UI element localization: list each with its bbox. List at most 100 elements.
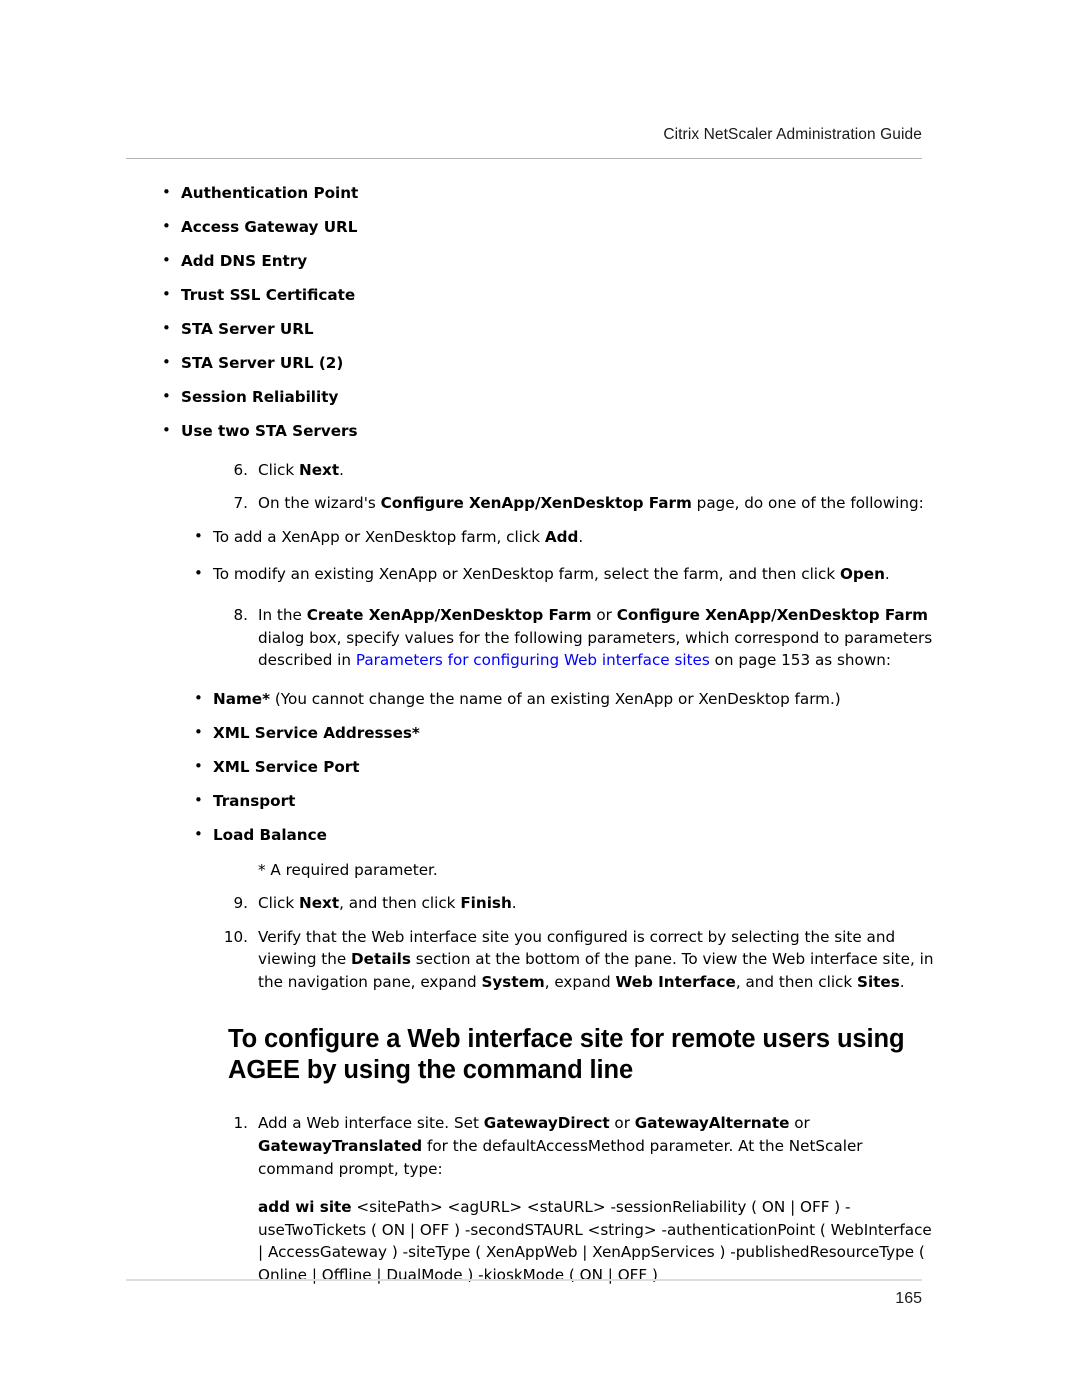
list-item-label: Authentication Point	[181, 184, 359, 202]
emphasis-run: Name*	[213, 690, 271, 709]
text-run: or	[591, 606, 617, 625]
gui-procedure-steps-9-10: 9. Click Next, and then click Finish. 10. V…	[126, 892, 936, 993]
farm-parameter-list: Name* (You cannot change the name of an …	[126, 687, 936, 847]
text-run: Add a Web interface site. Set	[258, 1114, 484, 1133]
step-number: 7.	[233, 494, 249, 513]
footer-divider-rule	[126, 1279, 922, 1281]
emphasis-run: Create XenApp/XenDesktop Farm	[306, 606, 592, 625]
running-header: Citrix NetScaler Administration Guide	[663, 126, 922, 143]
wizard-field-item: Session Reliability	[126, 385, 936, 409]
step-text: On the wizard's Configure XenApp/XenDesk…	[258, 492, 936, 515]
emphasis-run: Configure XenApp/XenDesktop Farm	[616, 606, 928, 625]
list-item-label: Add DNS Entry	[181, 251, 308, 270]
text-run: , expand	[544, 972, 616, 991]
wizard-field-item: Add DNS Entry	[126, 249, 936, 273]
procedure-step: 8. In the Create XenApp/XenDesktop Farm o…	[126, 604, 936, 672]
text-run: Click	[258, 894, 300, 913]
text-run: .	[339, 460, 344, 479]
command-syntax-block: add wi site <sitePath> <agURL> <staURL> …	[126, 1196, 936, 1286]
procedure-step: 1. Add a Web interface site. Set GatewayD…	[126, 1112, 936, 1180]
required-parameter-note: * A required parameter.	[258, 860, 438, 879]
procedure-step: 6. Click Next.	[126, 459, 936, 482]
wizard-field-item: Trust SSL Certificate	[126, 283, 936, 307]
wizard-fields-list: Authentication Point Access Gateway URL Ad…	[126, 181, 936, 443]
text-run: (You cannot change the name of an existi…	[270, 690, 841, 709]
text-run: On the wizard's	[258, 494, 381, 513]
step-number: 9.	[233, 894, 249, 913]
section-heading-cli-procedure: To configure a Web interface site for re…	[228, 1025, 905, 1085]
emphasis-run: GatewayAlternate	[634, 1114, 790, 1133]
emphasis-run: Next	[299, 460, 340, 479]
list-item-label: Use two STA Servers	[181, 421, 358, 440]
step-number: 1.	[233, 1114, 249, 1133]
text-run: In the	[258, 606, 307, 625]
step-text: In the Create XenApp/XenDesktop Farm or …	[258, 604, 936, 672]
emphasis-run: Web Interface	[615, 972, 736, 991]
text-run: To modify an existing XenApp or XenDeskt…	[213, 564, 840, 583]
text-run: .	[578, 528, 584, 547]
cli-procedure-steps: 1. Add a Web interface site. Set GatewayD…	[126, 1112, 936, 1180]
required-parameter-note-block: * A required parameter.	[126, 859, 936, 882]
wizard-field-item: STA Server URL	[126, 317, 936, 341]
wizard-field-item: Access Gateway URL	[126, 215, 936, 239]
emphasis-run: XML Service Port	[213, 758, 360, 777]
emphasis-run: Sites	[857, 972, 900, 991]
procedure-step: 7. On the wizard's Configure XenApp/XenDe…	[126, 492, 936, 515]
farm-parameter-item: Transport	[126, 789, 936, 813]
wizard-field-item: Use two STA Servers	[126, 419, 936, 443]
procedure-option-item: To add a XenApp or XenDesktop farm, clic…	[126, 525, 936, 549]
text-run: or	[609, 1114, 635, 1133]
header-divider-rule	[126, 158, 922, 159]
command-name: add wi site	[258, 1198, 352, 1217]
farm-parameter-item: XML Service Port	[126, 755, 936, 779]
wizard-field-item: Authentication Point	[126, 181, 936, 205]
emphasis-run: Add	[544, 528, 579, 547]
page-content: Authentication Point Access Gateway URL Ad…	[126, 181, 936, 1287]
emphasis-run: GatewayTranslated	[258, 1137, 423, 1156]
wizard-field-item: STA Server URL (2)	[126, 351, 936, 375]
list-item-label: Trust SSL Certificate	[181, 285, 356, 304]
procedure-option-item: To modify an existing XenApp or XenDeskt…	[126, 562, 936, 586]
list-item-label: STA Server URL	[181, 319, 314, 338]
page-number: 165	[895, 1290, 922, 1307]
text-run: page, do one of the following:	[691, 494, 924, 513]
emphasis-run: Load Balance	[213, 826, 327, 845]
emphasis-run: Transport	[213, 792, 296, 811]
document-page: Citrix NetScaler Administration Guide Au…	[0, 0, 1080, 1397]
step-7-option-list: To add a XenApp or XenDesktop farm, clic…	[126, 525, 936, 586]
farm-parameter-item: Name* (You cannot change the name of an …	[126, 687, 936, 711]
list-item-label: Session Reliability	[181, 387, 339, 406]
text-run: or	[789, 1114, 810, 1133]
text-run: Click	[258, 460, 300, 479]
step-number: 6.	[233, 460, 249, 479]
emphasis-run: System	[481, 972, 545, 991]
gui-procedure-steps-6-7: 6. Click Next. 7. On the wizard's Configure…	[126, 459, 936, 515]
procedure-step: 9. Click Next, and then click Finish.	[126, 892, 936, 915]
list-item-label: STA Server URL (2)	[181, 353, 344, 372]
emphasis-run: Next	[299, 894, 340, 913]
cross-reference-link[interactable]: Parameters for configuring Web interface…	[356, 651, 710, 669]
emphasis-run: Finish	[460, 894, 512, 913]
farm-parameter-item: Load Balance	[126, 823, 936, 847]
step-text: Add a Web interface site. Set GatewayDir…	[258, 1112, 936, 1180]
text-run: .	[899, 972, 905, 991]
farm-parameter-item: XML Service Addresses*	[126, 721, 936, 745]
emphasis-run: GatewayDirect	[483, 1114, 610, 1133]
procedure-step: 10. Verify that the Web interface site yo…	[126, 926, 936, 994]
step-number: 8.	[233, 606, 249, 625]
text-run: on page 153 as shown:	[709, 651, 892, 670]
text-run: , and then click	[735, 972, 858, 991]
command-arguments: <sitePath> <agURL> <staURL> -sessionReli…	[258, 1198, 932, 1285]
step-text: Click Next, and then click Finish.	[258, 892, 936, 915]
emphasis-run: Details	[351, 950, 411, 969]
step-text: Verify that the Web interface site you c…	[258, 926, 936, 994]
emphasis-run: XML Service Addresses*	[213, 724, 420, 743]
emphasis-run: Configure XenApp/XenDesktop Farm	[380, 494, 692, 513]
text-run: To add a XenApp or XenDesktop farm, clic…	[213, 528, 545, 547]
text-run: .	[511, 894, 517, 913]
emphasis-run: Open	[840, 564, 885, 583]
text-run: .	[884, 564, 890, 583]
step-number: 10.	[223, 927, 248, 946]
text-run: , and then click	[339, 894, 461, 913]
step-text: Click Next.	[258, 459, 936, 482]
